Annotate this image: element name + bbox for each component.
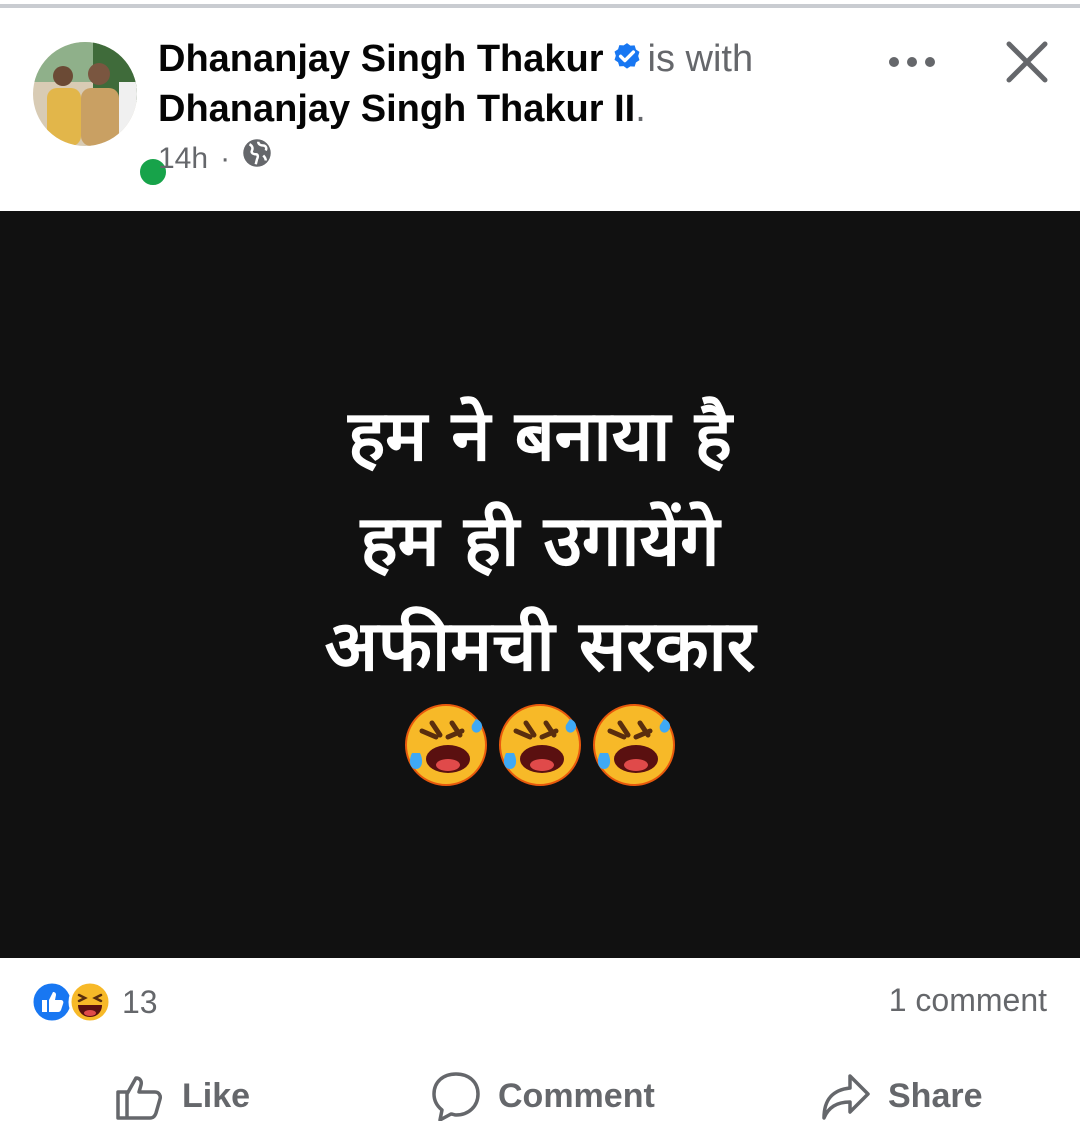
reaction-count: 13 [122, 983, 158, 1020]
author-avatar[interactable] [33, 42, 169, 188]
share-button[interactable]: Share [820, 1070, 983, 1121]
comment-button[interactable]: Comment [430, 1070, 655, 1121]
image-text-line-2: हम ही उगायेंगे [360, 500, 720, 582]
rolling-laughing-emoji-icon [499, 704, 581, 786]
rolling-laughing-emoji-icon [405, 704, 487, 786]
with-text: is with [647, 38, 754, 80]
tagged-suffix: . [635, 88, 646, 130]
emoji-row [0, 701, 1080, 789]
more-options-icon[interactable] [884, 44, 940, 80]
comment-label: Comment [498, 1076, 655, 1115]
post-timestamp[interactable]: 14h [158, 139, 208, 179]
rolling-laughing-emoji-icon [593, 704, 675, 786]
image-text-line-1: हम ने बनाया है [348, 395, 732, 477]
top-divider [0, 4, 1080, 8]
like-label: Like [182, 1076, 251, 1115]
like-button[interactable]: Like [114, 1070, 250, 1121]
globe-icon[interactable] [242, 138, 272, 179]
thumbs-up-icon [116, 1076, 162, 1120]
meta-separator: · [220, 141, 231, 175]
post-image[interactable]: हम ने बनाया है हम ही उगायेंगे अफीमची सरक… [0, 211, 1080, 958]
verified-badge-icon [610, 38, 644, 72]
reaction-summary[interactable]: 13 [30, 980, 158, 1024]
comment-count[interactable]: 1 comment [889, 982, 1047, 1019]
author-name[interactable]: Dhananjay Singh Thakur [158, 38, 604, 80]
share-arrow-icon [822, 1074, 870, 1120]
image-text-line-3: अफीमची सरकार [324, 605, 756, 687]
close-icon[interactable] [1003, 38, 1051, 86]
facebook-post: Dhananjay Singh Thakur is with Dhananjay … [0, 0, 1080, 1121]
comment-bubble-icon [432, 1072, 480, 1121]
post-meta: 14h · [158, 138, 272, 179]
post-header: Dhananjay Singh Thakur is with Dhananjay … [158, 34, 798, 134]
avatar-photo [33, 42, 137, 146]
action-bar: Like Comment Share [0, 1070, 1080, 1121]
share-label: Share [888, 1076, 983, 1115]
tagged-person[interactable]: Dhananjay Singh Thakur II [158, 88, 635, 130]
haha-reaction-icon [68, 980, 112, 1024]
